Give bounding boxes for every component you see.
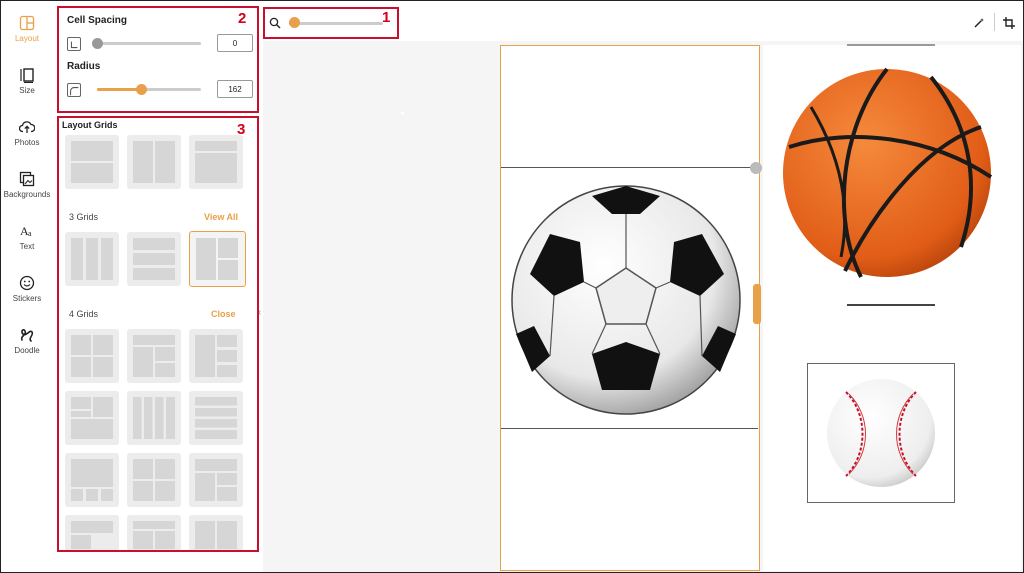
soccer-ball-photo[interactable] [510, 184, 742, 416]
cell-divider-bottom [501, 428, 758, 429]
rail-label-text: Text [19, 242, 35, 251]
smiley-icon [19, 275, 35, 291]
right-cell-top-edge [847, 44, 935, 46]
rail-item-layout[interactable]: Layout [1, 15, 53, 63]
collage-right-column [763, 44, 1021, 571]
rail-label-doodle: Doodle [14, 346, 40, 355]
layout-icon [19, 15, 35, 31]
annotation-box-layout-grids [57, 116, 259, 552]
svg-text:a: a [28, 229, 32, 238]
collage-canvas [263, 41, 1023, 572]
cell-divider-top [501, 167, 758, 168]
toolbar-divider [994, 13, 995, 31]
rail-item-doodle[interactable]: Doodle [1, 327, 53, 375]
rail-label-layout: Layout [14, 34, 40, 43]
text-icon: Aa [20, 224, 32, 238]
cell-swap-handle[interactable] [750, 162, 762, 174]
rail-item-size[interactable]: Size [1, 67, 53, 115]
rail-label-backgrounds: Backgrounds [3, 190, 51, 199]
rail-item-photos[interactable]: Photos [1, 119, 53, 167]
rail-label-stickers: Stickers [12, 294, 42, 303]
rail-label-size: Size [19, 86, 35, 95]
rail-item-text[interactable]: Aa Text [1, 223, 53, 271]
upload-icon [19, 121, 35, 133]
doodle-icon [20, 328, 34, 342]
annotation-number-one: 1 [382, 9, 391, 26]
column-resize-handle[interactable] [753, 284, 761, 324]
annotation-box-spacing-radius [57, 6, 259, 113]
canvas-dot [401, 112, 404, 115]
magic-wand-icon[interactable] [973, 17, 985, 29]
baseball-photo[interactable] [826, 378, 936, 488]
annotation-number-three: 3 [237, 121, 246, 138]
right-cell-bottom-edge [847, 304, 935, 306]
rail-item-backgrounds[interactable]: Backgrounds [1, 171, 53, 219]
annotation-number-two: 2 [238, 10, 247, 27]
collage-left-column-selected[interactable] [500, 45, 760, 571]
basketball-photo[interactable] [781, 67, 993, 279]
baseball-cell[interactable] [807, 363, 955, 503]
crop-icon[interactable] [1003, 17, 1015, 29]
size-icon [20, 68, 34, 83]
left-nav-rail: Layout Size Photos Backgrounds Aa Text S… [1, 1, 53, 572]
rail-label-photos: Photos [14, 138, 40, 147]
backgrounds-icon [19, 171, 35, 187]
annotation-box-zoom [263, 7, 399, 39]
rail-item-stickers[interactable]: Stickers [1, 275, 53, 323]
